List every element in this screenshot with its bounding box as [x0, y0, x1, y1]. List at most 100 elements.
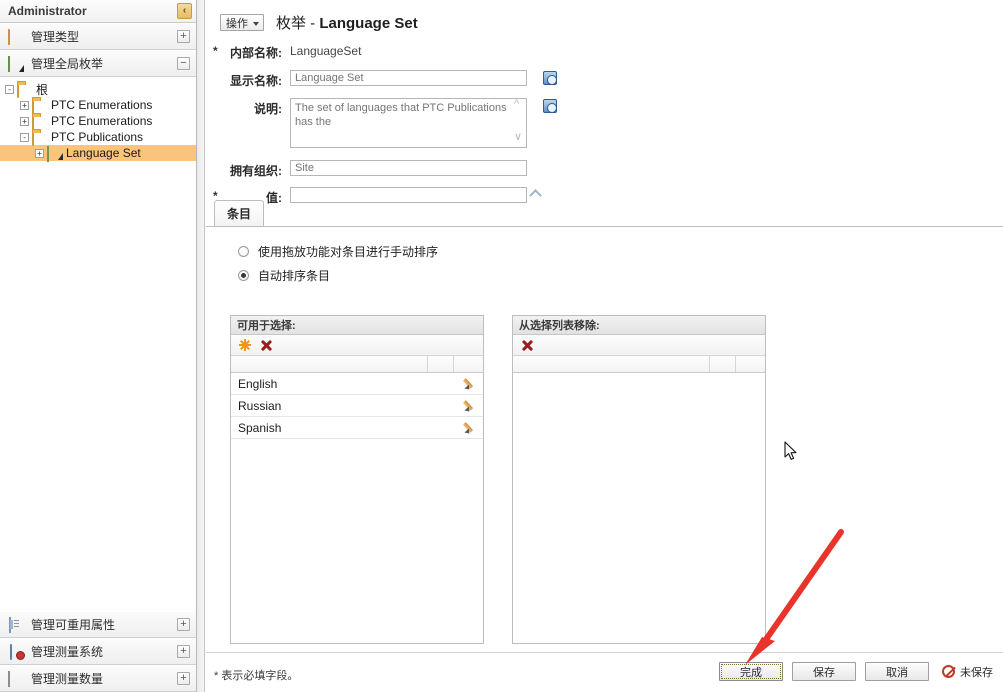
- removed-from-selection-panel: 从选择列表移除:: [512, 315, 766, 644]
- mouse-cursor: [784, 441, 798, 461]
- translate-icon[interactable]: [543, 99, 557, 113]
- button-label: 保存: [813, 664, 835, 680]
- tree-node-label: 根: [36, 81, 48, 98]
- save-status-label: 未保存: [960, 664, 993, 680]
- edit-icon[interactable]: [464, 421, 477, 434]
- tree-node-root[interactable]: - 根: [0, 81, 196, 97]
- no-entry-icon: [942, 665, 955, 678]
- sidebar-bottom-sections: 管理可重用属性 + 管理测量系统 + 管理测量数量 +: [0, 611, 196, 692]
- sidebar-section-manage-global-enumerations[interactable]: 管理全局枚举 −: [0, 50, 196, 77]
- tree-node-ptc-enumerations-2[interactable]: + PTC Enumerations: [0, 113, 196, 129]
- enumeration-icon: [8, 57, 24, 71]
- actions-menu-button[interactable]: 操作: [220, 14, 264, 31]
- page-title-prefix: 枚举 -: [276, 15, 319, 32]
- field-display-name: 显示名称:: [206, 70, 1003, 89]
- sort-option-automatic[interactable]: 自动排序条目: [238, 267, 1003, 284]
- field-description: 说明: ^ ∨: [206, 98, 1003, 151]
- sidebar-section-label: 管理类型: [31, 28, 79, 45]
- sidebar-title: Administrator: [8, 4, 87, 18]
- field-internal-name: 内部名称: LanguageSet: [206, 42, 1003, 61]
- page-title-name: Language Set: [319, 15, 417, 32]
- sidebar-section-manage-measurement-quantities[interactable]: 管理测量数量 +: [0, 665, 196, 692]
- actions-menu-label: 操作: [226, 15, 248, 31]
- tree-node-label: Language Set: [66, 146, 141, 160]
- page-header: 操作 枚举 - Language Set: [206, 0, 1003, 33]
- sidebar-collapse-button[interactable]: ‹: [177, 3, 192, 19]
- entry-name: Spanish: [238, 421, 464, 435]
- page-title: 枚举 - Language Set: [276, 12, 418, 33]
- save-button[interactable]: 保存: [792, 662, 856, 681]
- panel-title: 从选择列表移除:: [513, 316, 765, 335]
- collapse-toggle[interactable]: −: [177, 57, 190, 70]
- available-column-header: [231, 356, 483, 373]
- list-item[interactable]: Russian: [231, 395, 483, 417]
- expand-toggle[interactable]: +: [177, 30, 190, 43]
- radio-label: 自动排序条目: [258, 267, 330, 284]
- tree-toggle[interactable]: -: [5, 85, 14, 94]
- expand-toggle[interactable]: +: [177, 672, 190, 685]
- folder-icon: [32, 99, 47, 111]
- tree-node-label: PTC Enumerations: [51, 98, 152, 112]
- form-footer: * 表示必填字段。 完成 保存 取消 未保存: [206, 652, 1003, 692]
- folder-icon: [17, 83, 32, 95]
- button-label: 完成: [740, 664, 762, 680]
- display-name-input[interactable]: [290, 70, 527, 86]
- edit-icon[interactable]: [464, 399, 477, 412]
- field-label: 内部名称:: [220, 42, 282, 61]
- tab-strip: 条目: [214, 200, 264, 226]
- removed-column-header: [513, 356, 765, 373]
- application-window: Administrator ‹ 管理类型 + 管理全局枚举 − - 根 +: [0, 0, 1003, 692]
- tree-node-ptc-enumerations-1[interactable]: + PTC Enumerations: [0, 97, 196, 113]
- sidebar-section-manage-types[interactable]: 管理类型 +: [0, 23, 196, 50]
- tree-node-language-set[interactable]: + Language Set: [0, 145, 196, 161]
- radio-automatic-sort[interactable]: [238, 270, 249, 281]
- translate-icon[interactable]: [543, 71, 557, 85]
- tree-toggle[interactable]: +: [20, 101, 29, 110]
- sidebar-section-manage-measurement-systems[interactable]: 管理测量系统 +: [0, 638, 196, 665]
- tree-node-ptc-publications[interactable]: - PTC Publications: [0, 129, 196, 145]
- internal-name-value: LanguageSet: [290, 42, 361, 58]
- sidebar-section-label: 管理测量数量: [31, 670, 103, 687]
- list-item[interactable]: English: [231, 373, 483, 395]
- sidebar-section-label: 管理全局枚举: [31, 55, 103, 72]
- removed-list-body: [513, 373, 765, 641]
- value-input[interactable]: [290, 187, 527, 203]
- edit-icon[interactable]: [464, 377, 477, 390]
- description-textarea[interactable]: [290, 98, 527, 148]
- field-label: 显示名称:: [220, 70, 282, 89]
- list-item[interactable]: Spanish: [231, 417, 483, 439]
- radio-label: 使用拖放功能对条目进行手动排序: [258, 243, 438, 260]
- panel-title: 可用于选择:: [231, 316, 483, 335]
- field-label: 说明:: [220, 98, 282, 117]
- chevron-up-icon[interactable]: [530, 187, 543, 203]
- sidebar-section-manage-reusable-attributes[interactable]: 管理可重用属性 +: [0, 611, 196, 638]
- chevron-up-icon[interactable]: ^: [514, 99, 525, 110]
- tree-toggle[interactable]: -: [20, 133, 29, 142]
- panel-divider[interactable]: [197, 0, 205, 692]
- tree-toggle[interactable]: +: [20, 117, 29, 126]
- entry-name: Russian: [238, 399, 464, 413]
- tab-label: 条目: [227, 205, 251, 222]
- delete-icon[interactable]: [260, 339, 273, 352]
- required-field-note: * 表示必填字段。: [214, 667, 298, 683]
- chevron-left-icon: ‹: [183, 6, 186, 16]
- tree-node-label: PTC Enumerations: [51, 114, 152, 128]
- chevron-down-icon[interactable]: ∨: [514, 132, 525, 143]
- enumeration-icon: [47, 147, 62, 159]
- tree-toggle[interactable]: +: [35, 149, 44, 158]
- description-scroll-arrows[interactable]: ^ ∨: [514, 99, 525, 143]
- cancel-button[interactable]: 取消: [865, 662, 929, 681]
- finish-button[interactable]: 完成: [719, 662, 783, 681]
- owning-organization-input[interactable]: [290, 160, 527, 176]
- chevron-down-icon: [253, 22, 259, 26]
- tree-node-label: PTC Publications: [51, 130, 143, 144]
- available-for-selection-panel: 可用于选择: English: [230, 315, 484, 644]
- radio-manual-sort[interactable]: [238, 246, 249, 257]
- add-icon[interactable]: [239, 339, 251, 351]
- delete-icon[interactable]: [521, 339, 534, 352]
- tab-entries[interactable]: 条目: [214, 200, 264, 226]
- expand-toggle[interactable]: +: [177, 618, 190, 631]
- tab-panel-entries: 使用拖放功能对条目进行手动排序 自动排序条目 可用于选择:: [206, 226, 1003, 652]
- expand-toggle[interactable]: +: [177, 645, 190, 658]
- sort-option-manual[interactable]: 使用拖放功能对条目进行手动排序: [238, 227, 1003, 260]
